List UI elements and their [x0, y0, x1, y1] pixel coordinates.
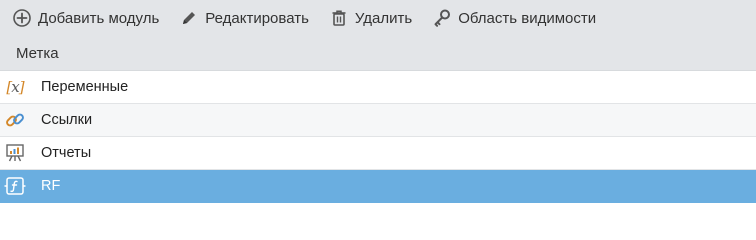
add-module-label: Добавить модуль: [38, 9, 160, 27]
pencil-icon: [179, 8, 199, 28]
scope-label: Область видимости: [458, 9, 597, 27]
link-icon: [3, 108, 27, 132]
list-item-label: RF: [41, 178, 61, 194]
list-item-reports[interactable]: Отчеты: [0, 137, 756, 170]
column-header-text: Метка: [16, 44, 59, 62]
edit-button[interactable]: Редактировать: [179, 8, 309, 28]
modules-panel: Добавить модуль Редактировать Удалить Об…: [0, 0, 756, 217]
scope-button[interactable]: Область видимости: [432, 8, 596, 28]
list-item-links[interactable]: Ссылки: [0, 104, 756, 137]
list-item-label: Переменные: [41, 79, 129, 95]
column-header-label[interactable]: Метка: [0, 36, 756, 70]
delete-label: Удалить: [354, 9, 413, 27]
list-item-rf[interactable]: RF: [0, 170, 756, 203]
edit-label: Редактировать: [205, 9, 309, 27]
trash-icon: [329, 8, 349, 28]
list-item-variables[interactable]: [𝑥] Переменные: [0, 71, 756, 104]
delete-button[interactable]: Удалить: [329, 8, 412, 28]
key-icon: [432, 8, 452, 28]
module-list: [𝑥] Переменные Ссылки Отчеты RF: [0, 70, 756, 203]
function-icon: [3, 174, 27, 198]
variable-icon: [𝑥]: [6, 78, 24, 96]
list-item-label: Отчеты: [41, 145, 92, 161]
toolbar: Добавить модуль Редактировать Удалить Об…: [0, 0, 756, 36]
add-module-button[interactable]: Добавить модуль: [12, 8, 159, 28]
list-item-label: Ссылки: [41, 112, 93, 128]
report-icon: [3, 141, 27, 165]
plus-circle-icon: [12, 8, 32, 28]
